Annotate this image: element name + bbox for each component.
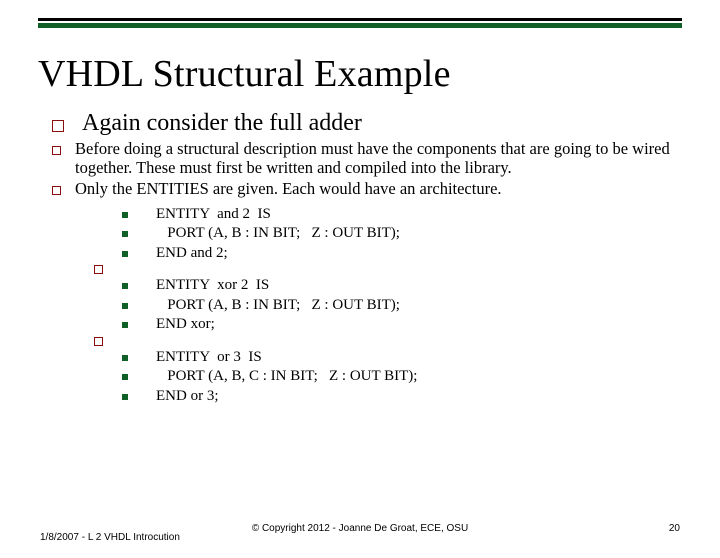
code-line: END xor;	[122, 315, 678, 335]
code-text: ENTITY or 3 IS	[156, 348, 262, 368]
square-fill-bullet-icon	[122, 355, 128, 361]
code-line: END or 3;	[122, 387, 678, 407]
bullet-level1-empty	[94, 337, 678, 346]
code-text: END xor;	[156, 315, 215, 335]
square-fill-bullet-icon	[122, 394, 128, 400]
bullet-level1-empty	[94, 265, 678, 274]
square-bullet-icon	[52, 146, 61, 155]
code-text: PORT (A, B, C : IN BIT; Z : OUT BIT);	[156, 367, 417, 387]
code-block-and2: ENTITY and 2 IS PORT (A, B : IN BIT; Z :…	[122, 205, 678, 407]
square-bullet-icon	[94, 337, 103, 346]
square-fill-bullet-icon	[122, 322, 128, 328]
bullet-level1: Again consider the full adder	[52, 110, 678, 138]
square-fill-bullet-icon	[122, 231, 128, 237]
bullet-text: Again consider the full adder	[82, 110, 362, 138]
code-line: ENTITY and 2 IS	[122, 205, 678, 225]
square-fill-bullet-icon	[122, 251, 128, 257]
square-fill-bullet-icon	[122, 212, 128, 218]
bullet-level1: Only the ENTITIES are given. Each would …	[52, 180, 678, 199]
code-text: ENTITY and 2 IS	[156, 205, 271, 225]
square-bullet-icon	[52, 186, 61, 195]
bullet-text: Before doing a structural description mu…	[75, 140, 678, 178]
slide-body: Again consider the full adder Before doi…	[52, 110, 678, 406]
code-text: PORT (A, B : IN BIT; Z : OUT BIT);	[156, 296, 400, 316]
rule-accent	[38, 23, 682, 28]
code-line: ENTITY or 3 IS	[122, 348, 678, 368]
code-line: PORT (A, B : IN BIT; Z : OUT BIT);	[122, 224, 678, 244]
code-line: PORT (A, B, C : IN BIT; Z : OUT BIT);	[122, 367, 678, 387]
footer-center: © Copyright 2012 - Joanne De Groat, ECE,…	[0, 523, 720, 534]
footer-right: 20	[669, 523, 680, 534]
slide-title: VHDL Structural Example	[38, 52, 720, 96]
code-line: END and 2;	[122, 244, 678, 264]
square-fill-bullet-icon	[122, 303, 128, 309]
code-line: PORT (A, B : IN BIT; Z : OUT BIT);	[122, 296, 678, 316]
code-text: END and 2;	[156, 244, 228, 264]
code-line: ENTITY xor 2 IS	[122, 276, 678, 296]
square-fill-bullet-icon	[122, 283, 128, 289]
code-text: ENTITY xor 2 IS	[156, 276, 269, 296]
square-fill-bullet-icon	[122, 374, 128, 380]
bullet-text: Only the ENTITIES are given. Each would …	[75, 180, 502, 199]
code-text: PORT (A, B : IN BIT; Z : OUT BIT);	[156, 224, 400, 244]
rule-top	[38, 18, 682, 21]
bullet-level1: Before doing a structural description mu…	[52, 140, 678, 178]
square-bullet-icon	[52, 120, 64, 132]
square-bullet-icon	[94, 265, 103, 274]
code-text: END or 3;	[156, 387, 219, 407]
